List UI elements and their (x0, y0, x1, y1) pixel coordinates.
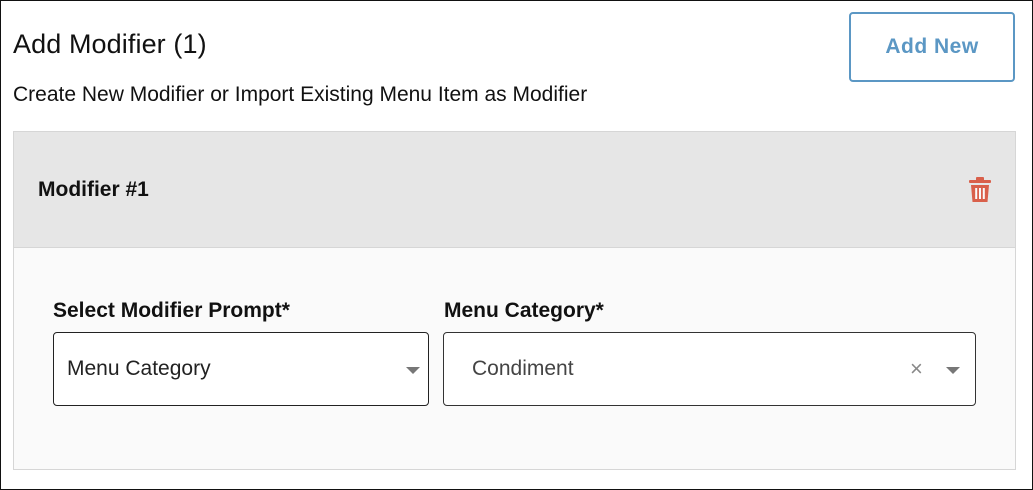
page-title: Add Modifier (1) (13, 29, 207, 59)
modifier-card: Modifier #1 Select Modifier Prompt* Menu… (13, 131, 1016, 470)
page-subtitle: Create New Modifier or Import Existing M… (13, 83, 588, 106)
trash-icon[interactable] (968, 177, 992, 203)
chevron-down-icon[interactable] (946, 367, 960, 374)
menu-category-value: Condiment (472, 357, 574, 380)
clear-icon[interactable]: × (910, 358, 923, 380)
modifier-title: Modifier #1 (38, 178, 149, 201)
modifier-prompt-label: Select Modifier Prompt* (53, 299, 290, 322)
modifier-prompt-select[interactable]: Menu Category (53, 332, 429, 406)
chevron-down-icon[interactable] (406, 367, 420, 374)
add-modifier-panel: Add Modifier (1) Create New Modifier or … (0, 0, 1033, 490)
add-new-button[interactable]: Add New (849, 12, 1015, 82)
modifier-prompt-value: Menu Category (67, 357, 211, 380)
modifier-card-header: Modifier #1 (14, 132, 1015, 248)
menu-category-label: Menu Category* (444, 299, 604, 322)
menu-category-select[interactable]: Condiment × (443, 332, 976, 406)
